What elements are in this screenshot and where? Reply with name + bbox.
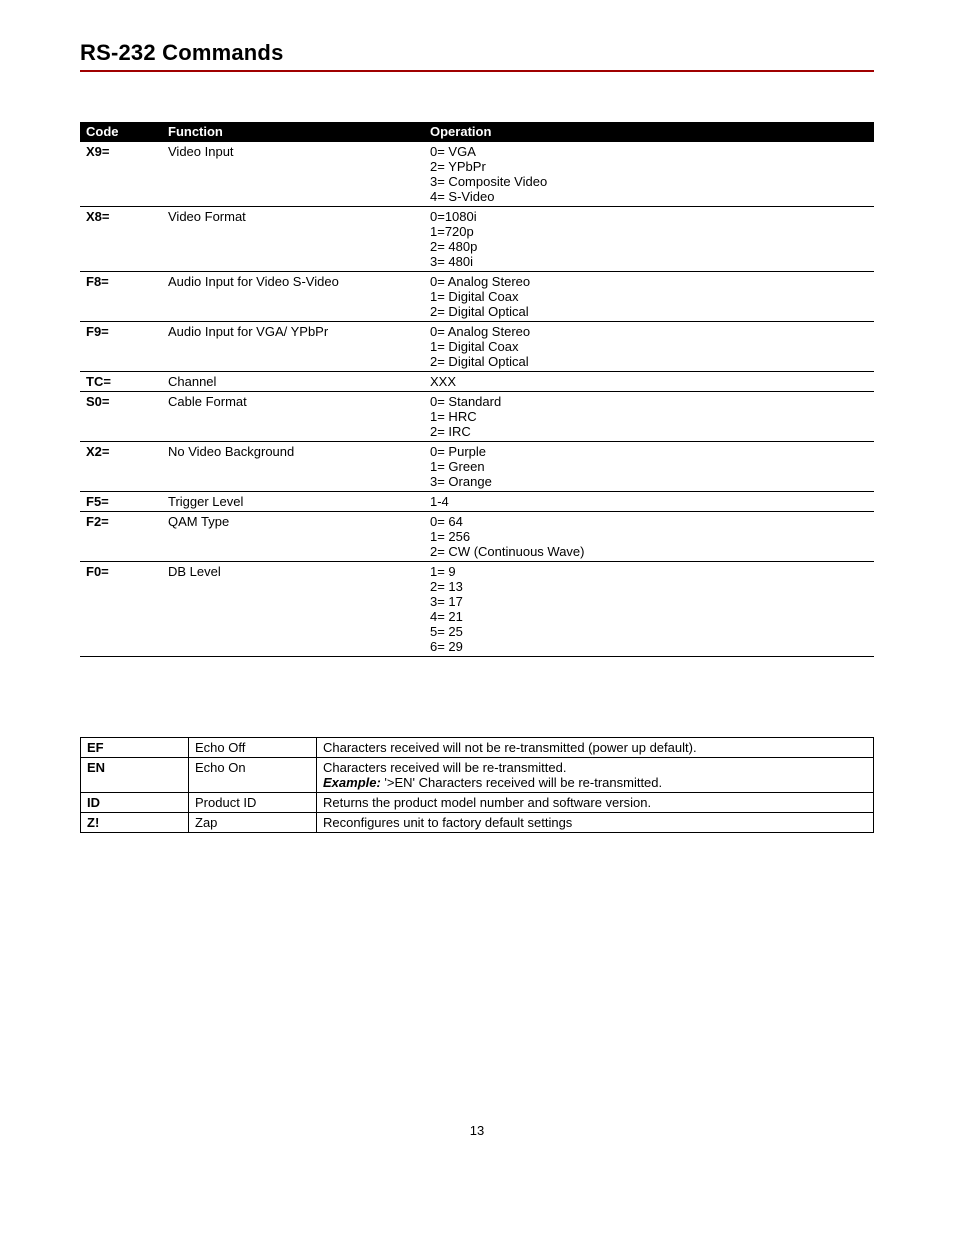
cell-operation: 0=1080i 1=720p 2= 480p 3= 480i	[424, 207, 874, 272]
cell-function: Product ID	[189, 793, 317, 813]
cell-function: Video Format	[162, 207, 424, 272]
title-rule	[80, 70, 874, 72]
table-row: F8=Audio Input for Video S-Video0= Analo…	[80, 272, 874, 322]
cell-operation: 0= VGA 2= YPbPr 3= Composite Video 4= S-…	[424, 142, 874, 207]
commands-table: Code Function Operation X9=Video Input0=…	[80, 122, 874, 657]
cell-function: Channel	[162, 372, 424, 392]
cell-function: DB Level	[162, 562, 424, 657]
cell-function: Cable Format	[162, 392, 424, 442]
cell-operation: 0= Analog Stereo 1= Digital Coax 2= Digi…	[424, 272, 874, 322]
cell-code: F2=	[80, 512, 162, 562]
cell-code: EN	[81, 758, 189, 793]
table-row: S0=Cable Format0= Standard 1= HRC 2= IRC	[80, 392, 874, 442]
cell-operation: 0= Standard 1= HRC 2= IRC	[424, 392, 874, 442]
cell-function: Echo On	[189, 758, 317, 793]
table-row: EFEcho OffCharacters received will not b…	[81, 738, 874, 758]
page-title: RS-232 Commands	[80, 40, 874, 66]
misc-commands-table: EFEcho OffCharacters received will not b…	[80, 737, 874, 833]
cell-description: Reconfigures unit to factory default set…	[317, 813, 874, 833]
cell-operation: 1-4	[424, 492, 874, 512]
cell-code: F9=	[80, 322, 162, 372]
cell-description: Characters received will be re-transmitt…	[317, 758, 874, 793]
table-row: X9=Video Input0= VGA 2= YPbPr 3= Composi…	[80, 142, 874, 207]
table-row: F0=DB Level1= 9 2= 13 3= 17 4= 21 5= 25 …	[80, 562, 874, 657]
cell-function: No Video Background	[162, 442, 424, 492]
cell-operation: 1= 9 2= 13 3= 17 4= 21 5= 25 6= 29	[424, 562, 874, 657]
table-row: X8=Video Format0=1080i 1=720p 2= 480p 3=…	[80, 207, 874, 272]
table-row: X2=No Video Background0= Purple 1= Green…	[80, 442, 874, 492]
cell-function: Audio Input for Video S-Video	[162, 272, 424, 322]
table-row: F9=Audio Input for VGA/ YPbPr0= Analog S…	[80, 322, 874, 372]
cell-code: Z!	[81, 813, 189, 833]
cell-function: Video Input	[162, 142, 424, 207]
cell-code: TC=	[80, 372, 162, 392]
page-number: 13	[80, 1123, 874, 1138]
cell-function: Audio Input for VGA/ YPbPr	[162, 322, 424, 372]
cell-function: QAM Type	[162, 512, 424, 562]
cell-code: X9=	[80, 142, 162, 207]
cell-code: X2=	[80, 442, 162, 492]
cell-code: S0=	[80, 392, 162, 442]
table-row: IDProduct IDReturns the product model nu…	[81, 793, 874, 813]
cell-description: Returns the product model number and sof…	[317, 793, 874, 813]
cell-code: F0=	[80, 562, 162, 657]
cell-description: Characters received will not be re-trans…	[317, 738, 874, 758]
cell-code: X8=	[80, 207, 162, 272]
th-function: Function	[162, 122, 424, 142]
cell-function: Trigger Level	[162, 492, 424, 512]
cell-code: ID	[81, 793, 189, 813]
cell-operation: 0= Analog Stereo 1= Digital Coax 2= Digi…	[424, 322, 874, 372]
cell-function: Zap	[189, 813, 317, 833]
cell-function: Echo Off	[189, 738, 317, 758]
cell-operation: 0= Purple 1= Green 3= Orange	[424, 442, 874, 492]
cell-code: F5=	[80, 492, 162, 512]
th-code: Code	[80, 122, 162, 142]
table-row: F5=Trigger Level1-4	[80, 492, 874, 512]
th-operation: Operation	[424, 122, 874, 142]
table-row: ENEcho OnCharacters received will be re-…	[81, 758, 874, 793]
cell-code: F8=	[80, 272, 162, 322]
example-label: Example:	[323, 775, 381, 790]
cell-operation: XXX	[424, 372, 874, 392]
cell-operation: 0= 64 1= 256 2= CW (Continuous Wave)	[424, 512, 874, 562]
table-row: F2=QAM Type0= 64 1= 256 2= CW (Continuou…	[80, 512, 874, 562]
table-row: Z!ZapReconfigures unit to factory defaul…	[81, 813, 874, 833]
table-row: TC=ChannelXXX	[80, 372, 874, 392]
cell-code: EF	[81, 738, 189, 758]
